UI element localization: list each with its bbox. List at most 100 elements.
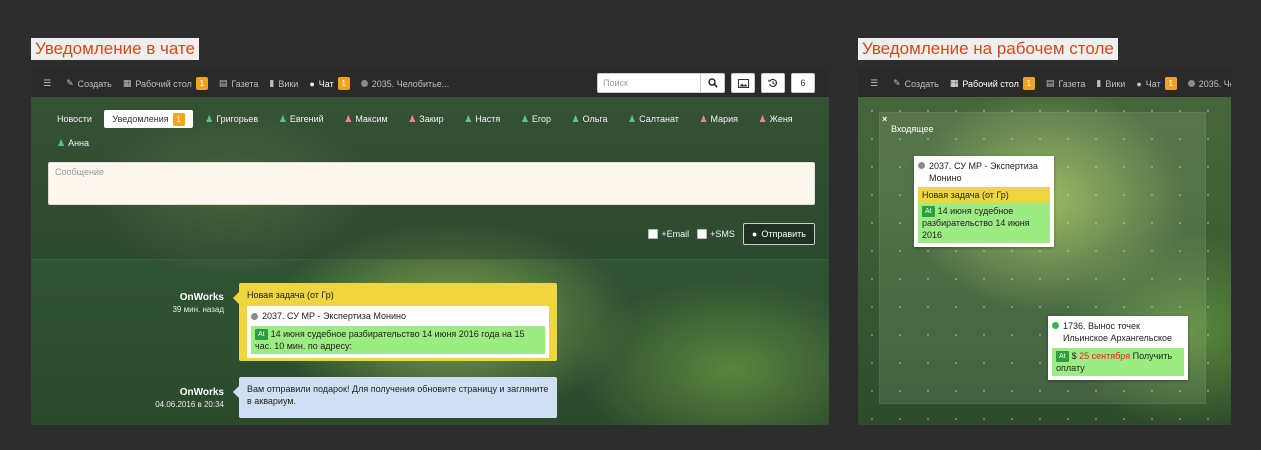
inbox-title: Входящее	[891, 124, 934, 134]
nav-status-task[interactable]: 2035. Челобит	[1187, 79, 1231, 89]
tab-notifications[interactable]: Уведомления 1	[104, 110, 193, 128]
tab-label: Максим	[355, 114, 388, 124]
nav-wiki[interactable]: ▮ Вики	[1096, 78, 1125, 89]
nav-desk[interactable]: ▦ Рабочий стол 1	[123, 77, 208, 90]
search-input[interactable]	[597, 73, 701, 93]
tab-maksim[interactable]: ♟ Максим	[336, 110, 395, 128]
chat-badge: 1	[337, 77, 350, 90]
gift-message-bubble: Вам отправили подарок! Для получения обн…	[233, 377, 557, 418]
nav-chat[interactable]: ● Чат 1	[309, 77, 350, 90]
speech-bubble-icon: ●	[751, 229, 758, 239]
message-author-block: OnWorks 39 мин. назад	[104, 292, 224, 314]
checkbox-icon	[648, 229, 659, 239]
tab-zakir[interactable]: ♟ Закир	[400, 110, 452, 128]
status-dot-icon	[1187, 80, 1195, 87]
nav-newspaper-label: Газета	[1058, 78, 1086, 89]
caption-desktop: Уведомление на рабочем столе	[858, 38, 1118, 60]
sms-checkbox[interactable]: +SMS	[697, 229, 735, 239]
search-icon	[707, 78, 718, 88]
task-event-text: 14 июня судебное разбирательство 14 июня…	[922, 206, 1030, 240]
task-notification-bubble[interactable]: Новая задача (от Гр) 2037. СУ МР - Экспе…	[233, 283, 557, 361]
send-controls: +Email +SMS ● Отправить	[648, 223, 815, 245]
user-offline-icon: ♟	[758, 113, 767, 124]
task-event-line: Аt 14 июня судебное разбирательство 14 ию…	[251, 326, 545, 354]
tab-label: Евгений	[289, 114, 324, 124]
nav-desk[interactable]: ▦ Рабочий стол 1	[950, 77, 1035, 90]
nav-wiki[interactable]: ▮ Вики	[269, 78, 298, 89]
send-button[interactable]: ● Отправить	[742, 223, 815, 245]
tab-label: Женя	[769, 114, 793, 124]
notification-header: Новая задача (от Гр)	[247, 290, 334, 300]
tab-label: Уведомления	[112, 114, 169, 124]
user-icon: ♟	[464, 113, 473, 124]
tab-egor[interactable]: ♟ Егор	[513, 110, 559, 128]
task-title: 1736. Вынос точек Ильинское Архангельско…	[1063, 321, 1173, 343]
tab-label: Анна	[68, 138, 90, 148]
nav-wiki-label: Вики	[278, 78, 299, 89]
search-button[interactable]	[701, 73, 725, 93]
count-button[interactable]: 6	[791, 73, 815, 93]
email-label: +Email	[661, 229, 690, 239]
history-icon	[768, 78, 778, 88]
tab-label: Ольга	[582, 114, 608, 124]
nav-status-task[interactable]: 2035. Челобитье...	[360, 78, 450, 89]
nav-newspaper[interactable]: ▤ Газета	[219, 78, 259, 89]
user-icon: ♟	[520, 113, 529, 124]
newspaper-icon: ▤	[218, 78, 228, 88]
nav-chat-label: Чат	[318, 78, 334, 89]
tab-label: Настя	[475, 114, 501, 124]
tab-label: Новости	[57, 114, 92, 124]
tab-grigoriev[interactable]: ♟ Григорьев	[197, 110, 266, 128]
desk-badge: 1	[195, 77, 208, 90]
task-card[interactable]: 2037. СУ МР - Экспертиза Монино Аt 14 июн…	[247, 306, 549, 358]
message-author: OnWorks	[179, 292, 224, 303]
history-button[interactable]	[761, 73, 785, 93]
tab-label: Мария	[710, 114, 739, 124]
nav-create[interactable]: ✎ Создать	[66, 78, 112, 89]
tab-saltanat[interactable]: ♟ Салтанат	[620, 110, 687, 128]
email-checkbox[interactable]: +Email	[648, 229, 689, 239]
tab-olga[interactable]: ♟ Ольга	[564, 110, 616, 128]
send-label: Отправить	[761, 229, 806, 239]
close-icon[interactable]: ×	[882, 114, 887, 124]
nav-create-label: Создать	[904, 78, 939, 89]
tab-anna[interactable]: ♟ Анна	[49, 134, 97, 152]
user-offline-icon: ♟	[344, 113, 353, 124]
user-offline-icon: ♟	[699, 113, 708, 124]
tab-nastya[interactable]: ♟ Настя	[456, 110, 508, 128]
user-offline-icon: ♟	[408, 113, 417, 124]
message-input[interactable]	[48, 162, 815, 205]
desk-task-card[interactable]: 2037. СУ МР - Экспертиза Монино Новая за…	[914, 156, 1054, 247]
speech-bubble-icon: ●	[1136, 78, 1142, 89]
menu-icon[interactable]: ☰	[43, 78, 55, 89]
message-time: 39 мин. назад	[172, 305, 224, 314]
nav-chat[interactable]: ● Чат 1	[1136, 77, 1177, 90]
tab-news[interactable]: Новости	[49, 110, 100, 128]
due-date: 25 сентября	[1079, 351, 1131, 361]
currency-sign: $	[1071, 351, 1077, 361]
desk-task-card[interactable]: 1736. Вынос точек Ильинское Архангельско…	[1048, 316, 1188, 380]
message-author-block: OnWorks 04.06.2016 в 20:34	[104, 387, 224, 409]
task-event-line: Аt $ 25 сентября Получить оплату	[1052, 348, 1184, 376]
event-badge: Аt	[255, 329, 268, 340]
tab-zhenya[interactable]: ♟ Женя	[751, 110, 801, 128]
status-dot-icon	[251, 312, 258, 320]
task-card-title: 2037. СУ МР - Экспертиза Монино	[251, 310, 545, 322]
top-navbar: ☰ ✎ Создать ▦ Рабочий стол 1 ▤ Газета ▮ …	[31, 70, 829, 97]
task-card-title: 1736. Вынос точек Ильинское Архангельско…	[1052, 320, 1184, 344]
notifications-badge: 1	[172, 112, 185, 126]
nav-create[interactable]: ✎ Создать	[893, 78, 939, 89]
image-button[interactable]	[731, 73, 755, 93]
image-icon	[737, 78, 749, 88]
nav-status-task-label: 2035. Челобитье...	[371, 78, 450, 89]
nav-newspaper[interactable]: ▤ Газета	[1046, 78, 1086, 89]
checkbox-icon	[697, 229, 708, 239]
pencil-icon: ✎	[893, 78, 901, 88]
speech-bubble-icon: ●	[309, 78, 315, 89]
grid-icon: ▦	[122, 78, 132, 88]
tab-maria[interactable]: ♟ Мария	[691, 110, 746, 128]
task-card-title: 2037. СУ МР - Экспертиза Монино	[918, 160, 1050, 184]
menu-icon[interactable]: ☰	[870, 78, 882, 89]
tab-evgeny[interactable]: ♟ Евгений	[271, 110, 332, 128]
gift-message-text: Вам отправили подарок! Для получения обн…	[247, 384, 549, 406]
